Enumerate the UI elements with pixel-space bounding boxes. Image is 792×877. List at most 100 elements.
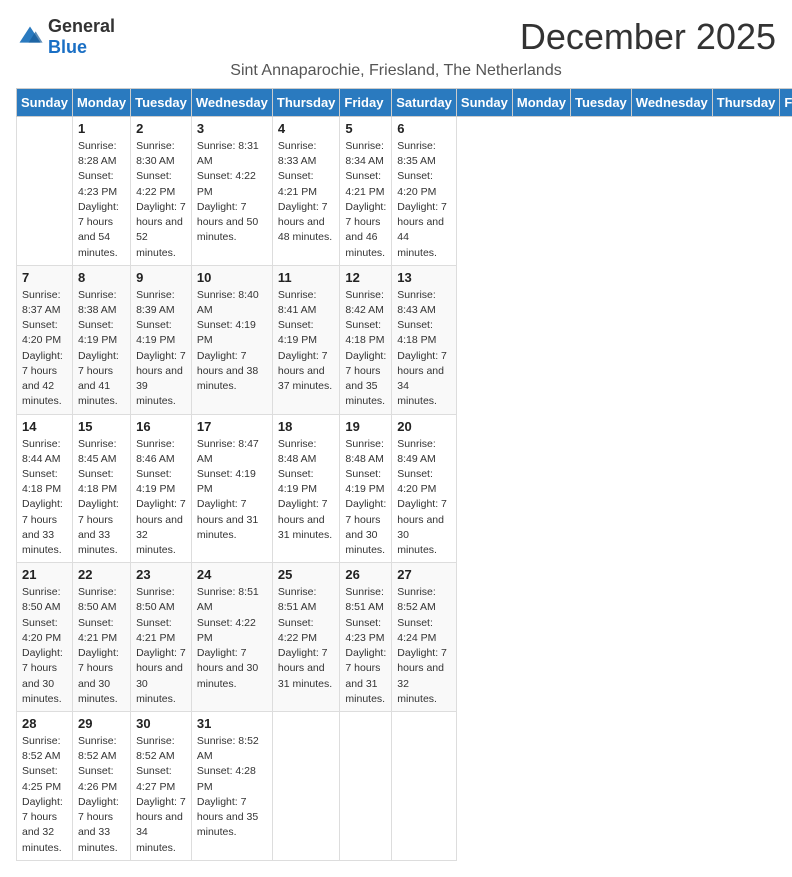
day-info: Sunrise: 8:46 AMSunset: 4:19 PMDaylight:… (136, 437, 186, 559)
day-cell: 17 Sunrise: 8:47 AMSunset: 4:19 PMDayligh… (191, 414, 272, 563)
day-info: Sunrise: 8:47 AMSunset: 4:19 PMDaylight:… (197, 437, 267, 544)
day-cell: 12Sunrise: 8:42 AMSunset: 4:18 PMDayligh… (340, 265, 392, 414)
day-info: Sunrise: 8:28 AMSunset: 4:23 PMDaylight:… (78, 139, 125, 261)
day-number: 7 (22, 270, 67, 285)
day-info: Sunrise: 8:48 AMSunset: 4:19 PMDaylight:… (345, 437, 386, 559)
day-number: 26 (345, 567, 386, 582)
day-number: 3 (197, 121, 267, 136)
day-cell: 19 Sunrise: 8:48 AMSunset: 4:19 PMDayligh… (340, 414, 392, 563)
day-info: Sunrise: 8:45 AMSunset: 4:18 PMDaylight:… (78, 437, 125, 559)
day-number: 10 (197, 270, 267, 285)
day-number: 14 (22, 419, 67, 434)
day-info: Sunrise: 8:33 AMSunset: 4:21 PMDaylight:… (278, 139, 335, 246)
day-number: 12 (345, 270, 386, 285)
col-header-sunday: Sunday (456, 89, 512, 117)
day-cell: 22 Sunrise: 8:50 AMSunset: 4:21 PMDayligh… (72, 563, 130, 712)
day-info: Sunrise: 8:49 AMSunset: 4:20 PMDaylight:… (397, 437, 451, 559)
day-cell: 16 Sunrise: 8:46 AMSunset: 4:19 PMDayligh… (131, 414, 192, 563)
day-cell: 11 Sunrise: 8:41 AMSunset: 4:19 PMDayligh… (272, 265, 340, 414)
day-cell: 4 Sunrise: 8:33 AMSunset: 4:21 PMDaylight… (272, 117, 340, 266)
col-header-thursday: Thursday (272, 89, 340, 117)
day-cell: 31Sunrise: 8:52 AMSunset: 4:28 PMDayligh… (191, 712, 272, 861)
col-header-wednesday: Wednesday (191, 89, 272, 117)
day-number: 4 (278, 121, 335, 136)
day-cell (392, 712, 457, 861)
day-number: 17 (197, 419, 267, 434)
day-info: Sunrise: 8:51 AMSunset: 4:22 PMDaylight:… (278, 585, 335, 692)
col-header-friday: Friday (340, 89, 392, 117)
day-cell: 7 Sunrise: 8:37 AMSunset: 4:20 PMDaylight… (17, 265, 73, 414)
day-cell: 25 Sunrise: 8:51 AMSunset: 4:22 PMDayligh… (272, 563, 340, 712)
day-number: 8 (78, 270, 125, 285)
col-header-monday: Monday (72, 89, 130, 117)
day-number: 5 (345, 121, 386, 136)
day-cell: 26 Sunrise: 8:51 AMSunset: 4:23 PMDayligh… (340, 563, 392, 712)
day-info: Sunrise: 8:40 AMSunset: 4:19 PMDaylight:… (197, 288, 267, 395)
day-number: 9 (136, 270, 186, 285)
day-number: 28 (22, 716, 67, 731)
day-number: 27 (397, 567, 451, 582)
day-cell: 30Sunrise: 8:52 AMSunset: 4:27 PMDayligh… (131, 712, 192, 861)
day-cell: 6 Sunrise: 8:35 AMSunset: 4:20 PMDaylight… (392, 117, 457, 266)
day-cell: 21 Sunrise: 8:50 AMSunset: 4:20 PMDayligh… (17, 563, 73, 712)
day-number: 6 (397, 121, 451, 136)
col-header-monday: Monday (512, 89, 570, 117)
day-cell: 2Sunrise: 8:30 AMSunset: 4:22 PMDaylight… (131, 117, 192, 266)
day-info: Sunrise: 8:50 AMSunset: 4:20 PMDaylight:… (22, 585, 67, 707)
month-title: December 2025 (520, 16, 776, 58)
day-number: 23 (136, 567, 186, 582)
day-number: 20 (397, 419, 451, 434)
day-info: Sunrise: 8:52 AMSunset: 4:27 PMDaylight:… (136, 734, 186, 856)
day-cell: 28 Sunrise: 8:52 AMSunset: 4:25 PMDayligh… (17, 712, 73, 861)
day-cell: 10 Sunrise: 8:40 AMSunset: 4:19 PMDayligh… (191, 265, 272, 414)
day-info: Sunrise: 8:41 AMSunset: 4:19 PMDaylight:… (278, 288, 335, 395)
day-info: Sunrise: 8:34 AMSunset: 4:21 PMDaylight:… (345, 139, 386, 261)
day-cell: 3Sunrise: 8:31 AMSunset: 4:22 PMDaylight… (191, 117, 272, 266)
day-number: 2 (136, 121, 186, 136)
day-info: Sunrise: 8:48 AMSunset: 4:19 PMDaylight:… (278, 437, 335, 544)
week-row-5: 28 Sunrise: 8:52 AMSunset: 4:25 PMDayligh… (17, 712, 792, 861)
col-header-tuesday: Tuesday (131, 89, 192, 117)
day-cell: 24Sunrise: 8:51 AMSunset: 4:22 PMDayligh… (191, 563, 272, 712)
day-info: Sunrise: 8:52 AMSunset: 4:24 PMDaylight:… (397, 585, 451, 707)
day-number: 21 (22, 567, 67, 582)
day-cell: 29Sunrise: 8:52 AMSunset: 4:26 PMDayligh… (72, 712, 130, 861)
logo-icon (16, 23, 44, 51)
page-header: General Blue December 2025 (16, 16, 776, 58)
title-block: December 2025 (520, 16, 776, 58)
week-row-4: 21 Sunrise: 8:50 AMSunset: 4:20 PMDayligh… (17, 563, 792, 712)
day-number: 29 (78, 716, 125, 731)
day-number: 25 (278, 567, 335, 582)
logo-text: General Blue (48, 16, 115, 58)
day-info: Sunrise: 8:35 AMSunset: 4:20 PMDaylight:… (397, 139, 451, 261)
calendar-table: SundayMondayTuesdayWednesdayThursdayFrid… (16, 88, 792, 861)
day-info: Sunrise: 8:50 AMSunset: 4:21 PMDaylight:… (78, 585, 125, 707)
day-number: 19 (345, 419, 386, 434)
day-cell: 8 Sunrise: 8:38 AMSunset: 4:19 PMDaylight… (72, 265, 130, 414)
day-cell: 23 Sunrise: 8:50 AMSunset: 4:21 PMDayligh… (131, 563, 192, 712)
week-row-1: 1 Sunrise: 8:28 AMSunset: 4:23 PMDaylight… (17, 117, 792, 266)
day-info: Sunrise: 8:43 AMSunset: 4:18 PMDaylight:… (397, 288, 451, 410)
day-cell: 14Sunrise: 8:44 AMSunset: 4:18 PMDayligh… (17, 414, 73, 563)
day-info: Sunrise: 8:37 AMSunset: 4:20 PMDaylight:… (22, 288, 67, 410)
day-cell (17, 117, 73, 266)
day-number: 18 (278, 419, 335, 434)
week-row-2: 7 Sunrise: 8:37 AMSunset: 4:20 PMDaylight… (17, 265, 792, 414)
day-number: 16 (136, 419, 186, 434)
col-header-saturday: Saturday (392, 89, 457, 117)
day-cell: 27 Sunrise: 8:52 AMSunset: 4:24 PMDayligh… (392, 563, 457, 712)
day-info: Sunrise: 8:52 AMSunset: 4:25 PMDaylight:… (22, 734, 67, 856)
day-info: Sunrise: 8:50 AMSunset: 4:21 PMDaylight:… (136, 585, 186, 707)
day-number: 15 (78, 419, 125, 434)
week-row-3: 14Sunrise: 8:44 AMSunset: 4:18 PMDayligh… (17, 414, 792, 563)
day-cell: 15 Sunrise: 8:45 AMSunset: 4:18 PMDayligh… (72, 414, 130, 563)
day-info: Sunrise: 8:51 AMSunset: 4:22 PMDaylight:… (197, 585, 267, 692)
col-header-wednesday: Wednesday (631, 89, 712, 117)
day-info: Sunrise: 8:51 AMSunset: 4:23 PMDaylight:… (345, 585, 386, 707)
day-info: Sunrise: 8:38 AMSunset: 4:19 PMDaylight:… (78, 288, 125, 410)
day-number: 1 (78, 121, 125, 136)
calendar-header-row: SundayMondayTuesdayWednesdayThursdayFrid… (17, 89, 792, 117)
day-number: 22 (78, 567, 125, 582)
day-number: 11 (278, 270, 335, 285)
col-header-thursday: Thursday (712, 89, 780, 117)
